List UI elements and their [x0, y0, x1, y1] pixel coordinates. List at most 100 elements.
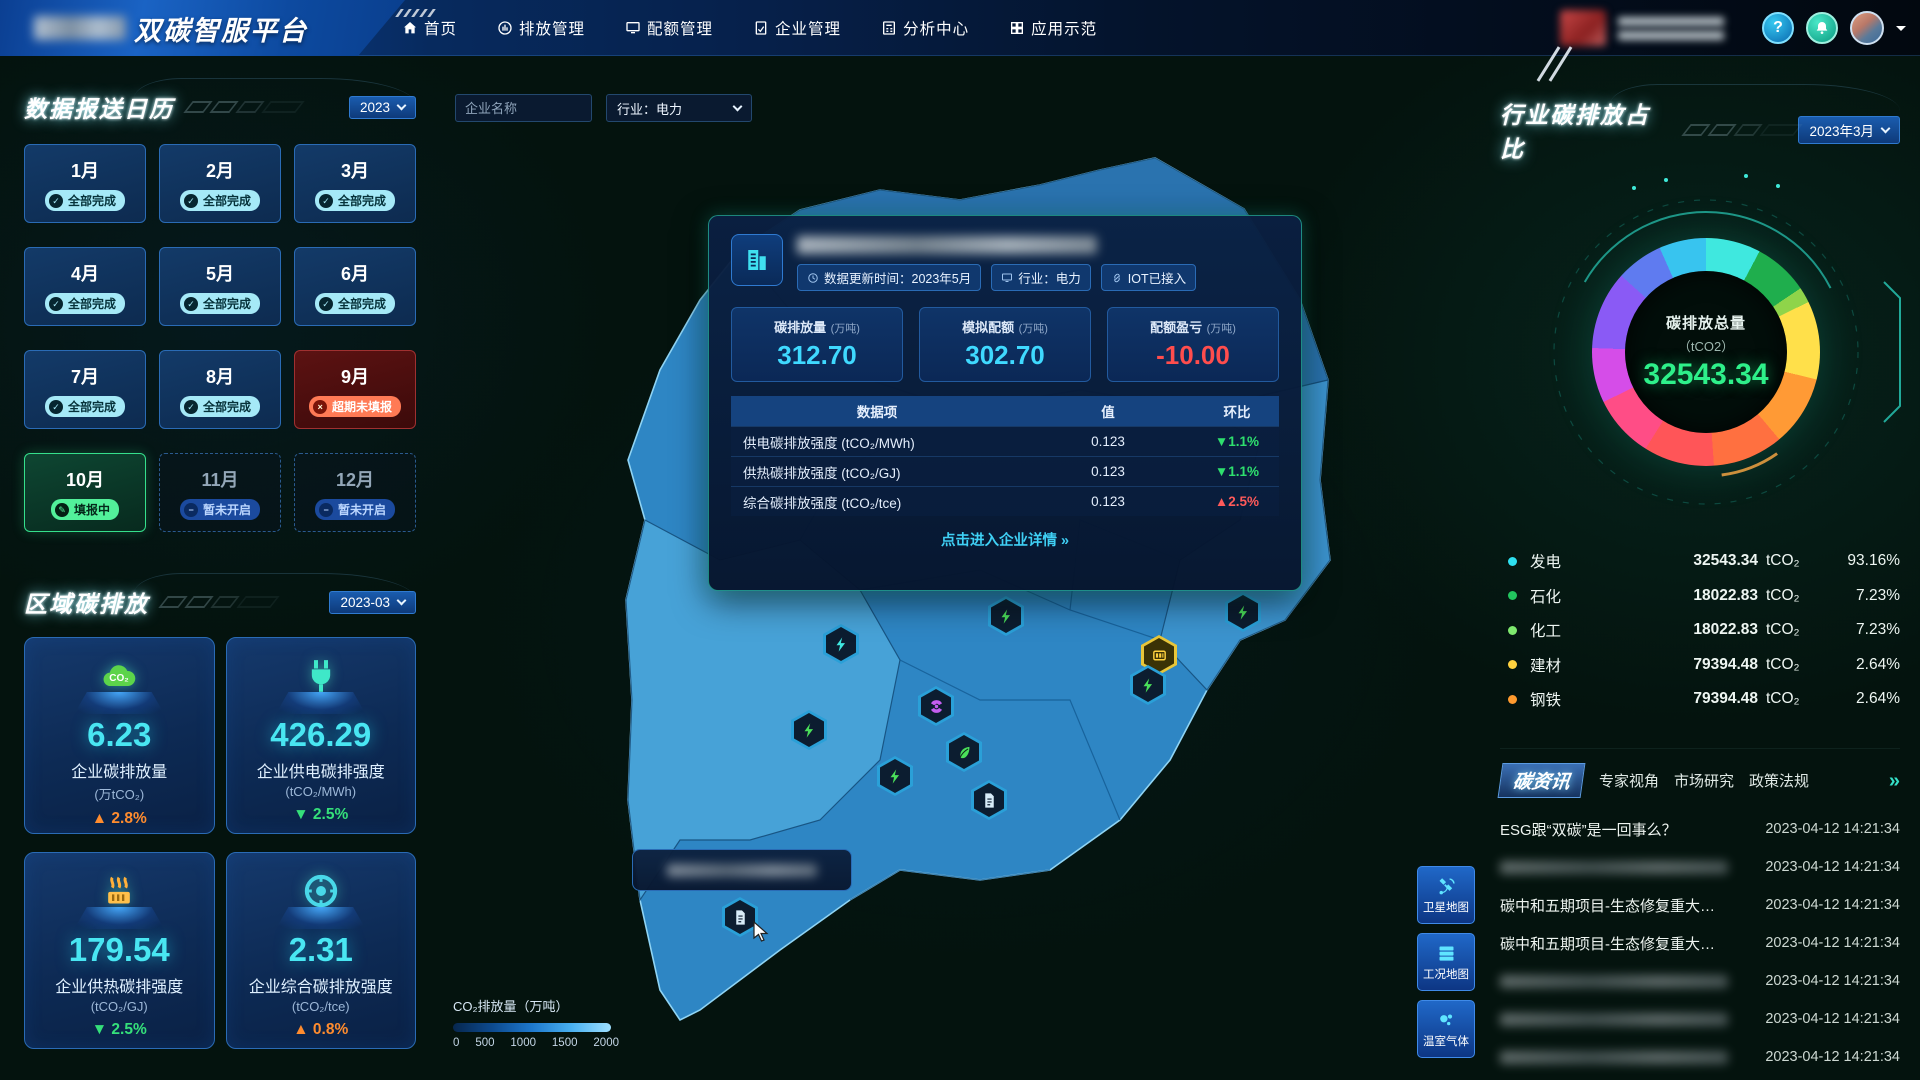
redacted-news-title: [1500, 861, 1728, 874]
stat-label: 企业综合碳排放强度: [227, 973, 416, 997]
nav-label: 企业管理: [775, 17, 841, 39]
stat-value: 2.31: [227, 931, 416, 969]
news-item[interactable]: 2023-04-12 14:21:34: [1500, 1038, 1900, 1076]
legend-row: 钢铁 79394.48 tCO₂ 2.64%: [1508, 682, 1900, 717]
nav-analysis-center[interactable]: 分析中心: [881, 17, 969, 39]
plug-icon: [227, 650, 416, 696]
news-item[interactable]: 2023-04-12 14:21:34: [1500, 1000, 1900, 1038]
month-card-9[interactable]: 9月×超期未填报: [294, 350, 416, 429]
map-legend-gradient-bar[interactable]: [453, 1023, 611, 1032]
status-badge: ✓全部完成: [315, 293, 395, 314]
svg-text:CO₂: CO₂: [110, 673, 129, 684]
nav-quota-management[interactable]: 配额管理: [625, 17, 713, 39]
month-card-11[interactable]: 11月−暂未开启: [159, 453, 281, 532]
redacted-logo-prefix: [34, 16, 126, 40]
month-card-7[interactable]: 7月✓全部完成: [24, 350, 146, 429]
home-icon: [402, 20, 418, 36]
check-icon: ✓: [49, 194, 63, 208]
news-item[interactable]: 碳中和五期项目-生态修复重大工程 2023-04-12 14:21:34: [1500, 924, 1900, 962]
donut-center-label: 碳排放总量: [1666, 312, 1746, 333]
stat-card-emission: CO₂ 6.23 企业碳排放量 (万tCO₂) ▲ 2.8%: [24, 637, 215, 834]
tab-policy[interactable]: 政策法规: [1749, 770, 1809, 791]
nav-app-demo[interactable]: 应用示范: [1009, 17, 1097, 39]
status-badge: ✓全部完成: [45, 396, 125, 417]
month-card-5[interactable]: 5月✓全部完成: [159, 247, 281, 326]
user-avatar[interactable]: [1850, 11, 1884, 45]
calculator-icon: [881, 20, 897, 36]
status-badge: ✓全部完成: [315, 190, 395, 211]
month-card-12[interactable]: 12月−暂未开启: [294, 453, 416, 532]
popup-stat-emission: 碳排放量 (万吨) 312.70: [731, 307, 903, 382]
industry-select[interactable]: 行业：电力: [606, 94, 752, 122]
tab-expert-view[interactable]: 专家视角: [1599, 770, 1659, 791]
nav-label: 应用示范: [1031, 17, 1097, 39]
mouse-cursor-icon: [752, 921, 772, 943]
status-badge: ✓全部完成: [180, 293, 260, 314]
link-icon: [1111, 272, 1123, 284]
nav-enterprise-management[interactable]: 企业管理: [753, 17, 841, 39]
nav-emission-management[interactable]: 排放管理: [497, 17, 585, 39]
status-badge: −暂未开启: [180, 499, 260, 520]
clock-icon: [807, 272, 819, 284]
status-badge: ×超期未填报: [309, 396, 401, 417]
legend-row: 建材 79394.48 tCO₂ 2.64%: [1508, 648, 1900, 683]
map-filter-bar: 行业：电力: [455, 94, 752, 122]
map-tooltip: [632, 849, 852, 891]
month-card-10[interactable]: 10月✎填报中: [24, 453, 146, 532]
nav-home[interactable]: 首页: [402, 17, 457, 39]
table-row: 供电碳排放强度 (tCO₂/MWh) 0.123 ▼1.1%: [731, 426, 1279, 456]
stat-unit: (tCO₂/MWh): [227, 784, 416, 799]
month-card-2[interactable]: 2月✓全部完成: [159, 144, 281, 223]
month-grid: 1月✓全部完成 2月✓全部完成 3月✓全部完成 4月✓全部完成 5月✓全部完成 …: [24, 144, 416, 532]
legend-row: 化工 18022.83 tCO₂ 7.23%: [1508, 613, 1900, 648]
industry-period-value: 2023年3月: [1809, 120, 1874, 140]
enterprise-popup: 数据更新时间：2023年5月 行业：电力 IOT已接入 碳排放量 (万吨) 31…: [708, 215, 1302, 591]
news-item[interactable]: ESG跟“双碳”是一回事么？ 2023-04-12 14:21:34: [1500, 810, 1900, 848]
layer-condition-button[interactable]: 工况地图: [1417, 933, 1475, 991]
nav-label: 排放管理: [519, 17, 585, 39]
nav-label: 首页: [424, 17, 457, 39]
stat-delta: ▲ 0.8%: [227, 1021, 416, 1039]
news-item[interactable]: 2023-04-12 14:21:34: [1500, 848, 1900, 886]
dashboard: 双碳智服平台 首页 排放管理 配额管理 企业管理 分析中心: [0, 0, 1920, 1080]
layer-greenhouse-gas-button[interactable]: 温室气体: [1417, 1000, 1475, 1058]
enterprise-detail-link[interactable]: 点击进入企业详情 »: [731, 529, 1279, 550]
month-card-6[interactable]: 6月✓全部完成: [294, 247, 416, 326]
stat-value: 6.23: [25, 716, 214, 754]
calendar-year-select[interactable]: 2023: [349, 96, 416, 119]
redacted-company-name: [797, 236, 1097, 254]
edit-icon: ✎: [55, 503, 69, 517]
layer-satellite-button[interactable]: 卫星地图: [1417, 866, 1475, 924]
bell-icon: [1814, 20, 1830, 36]
co2-cloud-icon: CO₂: [25, 650, 214, 696]
pedestal-glow: [276, 692, 366, 714]
company-search-input[interactable]: [455, 94, 592, 122]
region-card-grid: CO₂ 6.23 企业碳排放量 (万tCO₂) ▲ 2.8% 426.29 企业…: [24, 637, 416, 1049]
check-icon: ✓: [184, 297, 198, 311]
popup-stat-quota: 模拟配额 (万吨) 302.70: [919, 307, 1091, 382]
news-item[interactable]: 2023-04-12 14:21:34: [1500, 962, 1900, 1000]
user-menu-caret[interactable]: [1896, 26, 1906, 36]
news-item[interactable]: 碳中和五期项目-生态修复重大工程... 2023-04-12 14:21:34: [1500, 886, 1900, 924]
stat-card-综合-intensity: 2.31 企业综合碳排放强度 (tCO₂/tce) ▲ 0.8%: [226, 852, 417, 1049]
news-more-arrow[interactable]: »: [1889, 771, 1900, 791]
chevron-down-icon: [1881, 124, 1891, 134]
calendar-year-value: 2023: [360, 100, 390, 115]
donut-center-value: 32543.34: [1643, 358, 1768, 392]
help-button[interactable]: ?: [1762, 12, 1794, 44]
tab-market-research[interactable]: 市场研究: [1674, 770, 1734, 791]
industry-legend: 发电 32543.34 tCO₂ 93.16% 石化 18022.83 tCO₂…: [1508, 544, 1900, 717]
month-card-4[interactable]: 4月✓全部完成: [24, 247, 146, 326]
popup-stat-value: 312.70: [732, 340, 902, 371]
month-card-3[interactable]: 3月✓全部完成: [294, 144, 416, 223]
notification-bell-button[interactable]: [1806, 12, 1838, 44]
popup-stat-balance: 配额盈亏 (万吨) -10.00: [1107, 307, 1279, 382]
satellite-icon: [1436, 876, 1457, 897]
industry-period-select[interactable]: 2023年3月: [1798, 116, 1900, 144]
nav-label: 分析中心: [903, 17, 969, 39]
month-card-8[interactable]: 8月✓全部完成: [159, 350, 281, 429]
minus-icon: −: [319, 503, 333, 517]
map-legend-label: CO₂排放量（万吨）: [453, 996, 619, 1015]
region-period-select[interactable]: 2023-03: [329, 591, 416, 614]
month-card-1[interactable]: 1月✓全部完成: [24, 144, 146, 223]
